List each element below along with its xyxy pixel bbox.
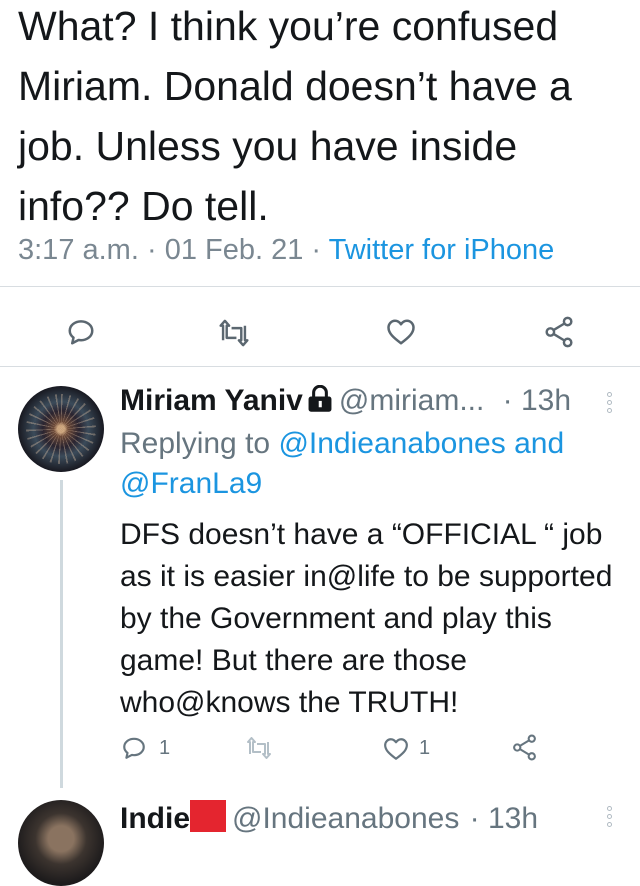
reply-icon[interactable] — [121, 735, 147, 761]
meta-separator: · — [303, 234, 329, 266]
divider — [0, 286, 640, 287]
flag-emoji — [190, 800, 227, 832]
reply-count: 1 — [159, 737, 171, 759]
reply-header: Indie @Indieanabones · 13h — [120, 800, 538, 836]
display-name[interactable]: Miriam Yaniv — [120, 384, 303, 417]
retweet-icon[interactable] — [217, 319, 251, 347]
heart-icon[interactable] — [386, 318, 416, 346]
main-tweet-text: What? I think you’re confused Miriam. Do… — [18, 3, 572, 229]
reply-header: Miriam Yaniv @miriam... · 13h — [120, 384, 571, 421]
tweet-source-link[interactable]: Twitter for iPhone — [329, 234, 555, 266]
user-handle[interactable]: @Indieanabones — [232, 802, 459, 835]
tweet-time: 3:17 a.m. — [18, 234, 139, 266]
meta-separator: · — [138, 234, 165, 266]
mention-link[interactable]: @FranLa9 — [120, 467, 262, 500]
more-vertical-icon[interactable] — [607, 392, 613, 416]
replying-to: Replying to @Indieanabones and @FranLa9 — [120, 424, 620, 504]
replying-and: and — [505, 427, 565, 460]
thread-line — [60, 480, 63, 788]
avatar[interactable] — [18, 386, 104, 472]
replying-label: Replying to — [120, 427, 279, 460]
tweet-meta: 3:17 a.m. · 01 Feb. 21 · Twitter for iPh… — [18, 234, 554, 267]
display-name[interactable]: Indie — [120, 802, 190, 835]
more-vertical-icon[interactable] — [607, 806, 613, 830]
divider — [0, 366, 640, 367]
like-count: 1 — [419, 737, 431, 759]
share-icon[interactable] — [544, 316, 574, 348]
share-icon[interactable] — [512, 734, 537, 761]
tweet-date: 01 Feb. 21 — [164, 234, 304, 266]
avatar[interactable] — [18, 800, 104, 886]
time-ago: · 13h — [469, 802, 539, 835]
reply-icon[interactable] — [66, 317, 96, 347]
user-handle[interactable]: @miriam... — [339, 384, 484, 417]
time-ago: · 13h — [502, 384, 572, 417]
heart-icon[interactable] — [383, 737, 409, 761]
lock-icon — [307, 384, 333, 421]
reply-text: DFS doesn’t have a “OFFICIAL “ job as it… — [120, 518, 613, 719]
retweet-icon[interactable] — [245, 737, 273, 759]
mention-link[interactable]: @Indieanabones — [278, 427, 505, 460]
